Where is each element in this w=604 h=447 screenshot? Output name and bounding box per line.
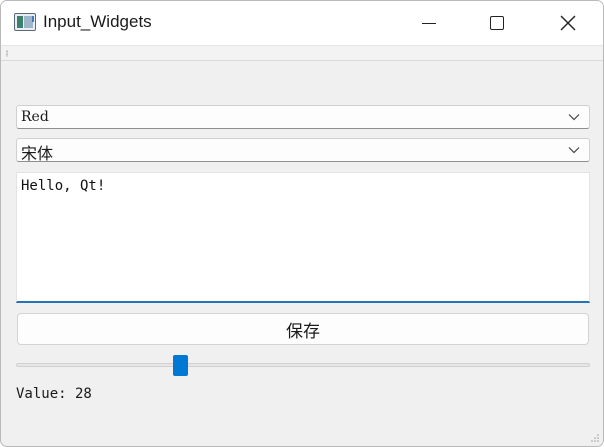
text-edit[interactable]: Hello, Qt!	[16, 172, 590, 303]
main-window: Input_Widgets Red 宋体 Hello, Qt! 保存 Value…	[0, 0, 604, 447]
title-bar[interactable]: Input_Widgets	[1, 1, 603, 45]
save-button[interactable]: 保存	[17, 313, 589, 345]
value-label: Value: 28	[16, 386, 92, 402]
resize-grip-icon[interactable]	[590, 433, 600, 443]
color-combobox-value: Red	[21, 109, 49, 125]
color-combobox[interactable]: Red	[16, 105, 590, 129]
value-slider[interactable]	[16, 355, 590, 376]
close-button[interactable]	[545, 1, 591, 45]
chevron-down-icon	[568, 114, 580, 121]
text-edit-content: Hello, Qt!	[21, 178, 106, 194]
slider-handle[interactable]	[173, 355, 188, 376]
chevron-down-icon	[568, 147, 580, 154]
toolbar	[1, 45, 603, 61]
close-icon	[560, 15, 576, 31]
maximize-button[interactable]	[474, 1, 520, 45]
minimize-button[interactable]	[406, 1, 452, 45]
slider-groove[interactable]	[16, 363, 590, 367]
font-combobox-value: 宋体	[21, 144, 54, 163]
window-title: Input_Widgets	[43, 12, 152, 31]
app-window-icon	[14, 13, 36, 31]
font-combobox[interactable]: 宋体	[16, 138, 590, 163]
maximize-icon	[490, 16, 504, 30]
minimize-icon	[422, 22, 436, 24]
toolbar-drag-handle[interactable]	[6, 50, 8, 57]
